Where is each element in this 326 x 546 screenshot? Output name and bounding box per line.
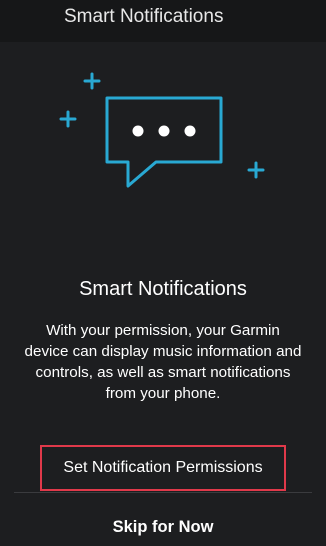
ellipsis-icon bbox=[132, 125, 196, 137]
chat-bubble-icon bbox=[105, 96, 223, 188]
divider bbox=[14, 492, 312, 493]
description-line: controls, as well as smart notifications bbox=[35, 364, 291, 381]
plus-icon bbox=[83, 72, 101, 90]
notification-illustration bbox=[59, 72, 265, 188]
set-notification-permissions-button[interactable]: Set Notification Permissions bbox=[40, 445, 286, 491]
description-line: With your permission, your Garmin bbox=[46, 322, 280, 339]
description-line: device can display music information and bbox=[24, 343, 302, 360]
description-text: With your permission, your Garmin device… bbox=[10, 320, 316, 404]
plus-icon bbox=[247, 161, 265, 179]
plus-icon bbox=[59, 110, 77, 128]
section-heading: Smart Notifications bbox=[79, 278, 247, 300]
description-line: from your phone. bbox=[105, 385, 221, 402]
skip-for-now-button[interactable]: Skip for Now bbox=[0, 518, 326, 544]
